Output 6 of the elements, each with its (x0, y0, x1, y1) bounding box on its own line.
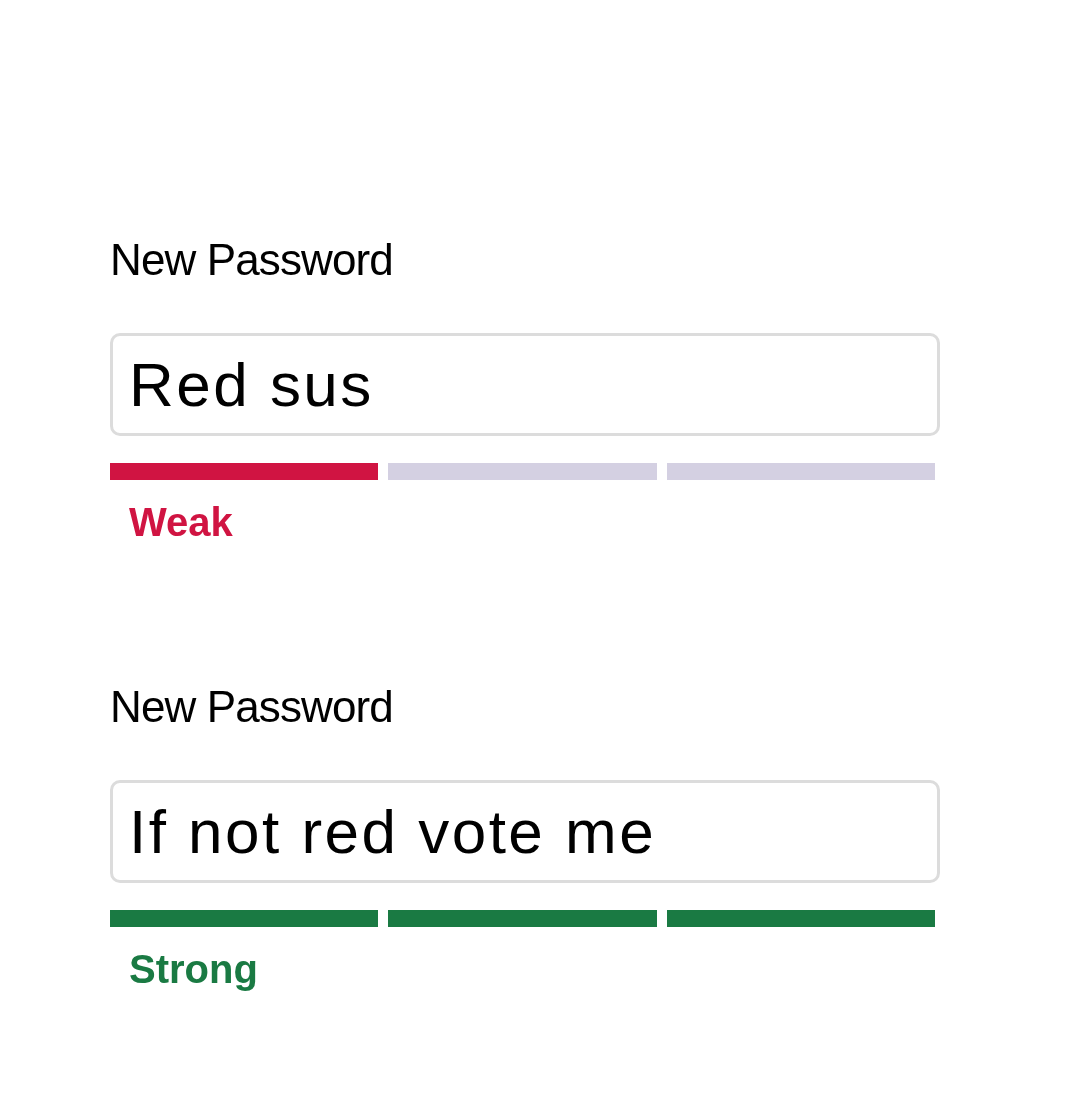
strength-label: Weak (129, 499, 233, 546)
password-field[interactable]: Red sus (110, 333, 940, 436)
field-label: New Password (110, 681, 393, 733)
password-field[interactable]: If not red vote me (110, 780, 940, 883)
field-label: New Password (110, 234, 393, 286)
strength-label: Strong (129, 946, 258, 993)
